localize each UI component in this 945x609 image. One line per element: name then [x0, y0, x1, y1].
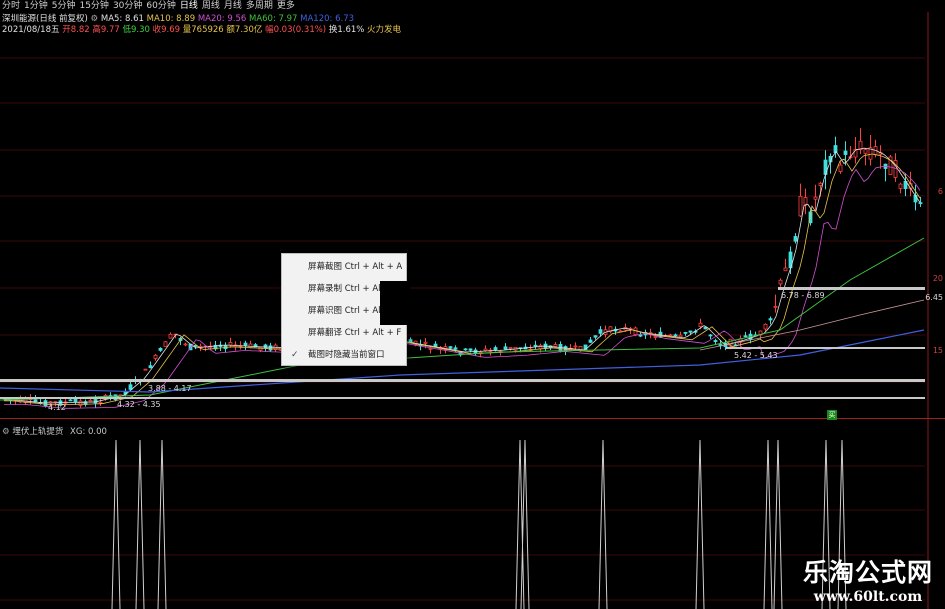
- candle-body: [93, 399, 98, 404]
- menu-item-screenshot[interactable]: 屏幕截图 Ctrl + Alt + A: [282, 256, 408, 278]
- ma120-line: [0, 329, 925, 393]
- candle-body: [78, 400, 83, 406]
- candle-body: [763, 323, 768, 330]
- zone-band-low1: [0, 379, 925, 382]
- signal-spike: [763, 439, 773, 609]
- candle-body: [248, 343, 253, 348]
- candle-body: [243, 342, 248, 346]
- candle-body: [158, 347, 163, 351]
- candle-body: [688, 330, 693, 333]
- candle-body: [833, 145, 838, 153]
- candle-body: [433, 343, 438, 347]
- candle-body: [163, 341, 168, 347]
- candle-body: [168, 333, 173, 339]
- axis-label-4: 15: [932, 346, 943, 355]
- candle-body: [68, 399, 73, 402]
- candle-body: [698, 322, 703, 327]
- candle-body: [838, 164, 843, 172]
- axis-label-2: 20: [932, 274, 943, 283]
- candle-body: [448, 346, 453, 349]
- zone-label-upper: 6.78 - 6.89: [781, 291, 825, 300]
- signal-spike: [773, 439, 783, 609]
- candle-body: [783, 267, 788, 272]
- candle-body: [463, 348, 468, 351]
- candle-body: [793, 236, 798, 242]
- candle-body: [453, 347, 458, 350]
- candle-body: [533, 344, 538, 347]
- menu-item-hide-window[interactable]: 截图时隐藏当前窗口: [282, 344, 408, 366]
- candle-body: [143, 368, 148, 371]
- signal-spike: [135, 439, 145, 609]
- signal-spike: [695, 439, 705, 609]
- candle-body: [708, 334, 713, 337]
- candle-body: [818, 182, 823, 186]
- candle-body: [468, 348, 473, 351]
- candle-body: [713, 340, 718, 343]
- candle-body: [43, 400, 48, 407]
- candle-body: [183, 343, 188, 346]
- candle-body: [148, 365, 153, 369]
- menu-item-translate[interactable]: 屏幕翻译 Ctrl + Alt + F: [282, 322, 408, 344]
- candle-body: [803, 197, 808, 205]
- candle-body: [588, 339, 593, 343]
- candle-body: [743, 335, 748, 338]
- candle-body: [268, 345, 273, 351]
- watermark-title: 乐淘公式网: [802, 558, 933, 587]
- buy-signal-badge: 买: [827, 410, 837, 420]
- watermark-url: www.60lt.com: [813, 589, 923, 605]
- zone-band-upper: [778, 287, 925, 290]
- candle-body: [773, 305, 778, 308]
- candle-body: [228, 342, 233, 346]
- candle-body: [678, 334, 683, 338]
- signal-spike: [598, 439, 608, 609]
- candle-body: [598, 329, 603, 334]
- candle-body: [553, 344, 558, 347]
- signal-spike: [157, 439, 167, 609]
- candle-body: [843, 150, 848, 155]
- signal-spike: [111, 439, 121, 609]
- zone-label-min: 4.12: [48, 403, 66, 412]
- divider-main-bottom: [0, 418, 945, 419]
- candle-body: [508, 347, 513, 349]
- candle-body: [638, 334, 643, 337]
- indicator-name: 埋伏上轨提货: [12, 427, 64, 437]
- menu-occluder: [380, 281, 410, 325]
- ma5-line: [3, 147, 921, 404]
- candle-body: [483, 348, 488, 351]
- ma10-line: [4, 153, 921, 406]
- axis-label-1: 6: [937, 187, 943, 196]
- candle-body: [493, 347, 498, 351]
- kline-chart[interactable]: [0, 0, 945, 609]
- candle-body: [428, 347, 433, 350]
- subchart-title: ⚙ 埋伏上轨提货 XG: 0.00: [2, 425, 107, 437]
- candle-body: [863, 149, 868, 154]
- candle-body: [73, 398, 78, 403]
- zone-label-low: 3.88 - 4.17: [148, 384, 192, 393]
- candle-body: [573, 345, 578, 348]
- candle-body: [918, 202, 923, 205]
- candle-body: [153, 354, 158, 359]
- candle-body: [898, 183, 903, 189]
- candle-body: [778, 279, 783, 285]
- candle-body: [423, 341, 428, 344]
- zone-band-low2: [0, 397, 925, 399]
- candle-body: [128, 384, 133, 390]
- candle-body: [88, 399, 93, 402]
- zone-label-bottom: 4.32 - 4.35: [117, 400, 161, 409]
- candle-body: [503, 346, 508, 350]
- candle-body: [673, 334, 678, 337]
- candle-body: [798, 195, 803, 217]
- candle-body: [813, 196, 818, 200]
- candle-body: [593, 335, 598, 338]
- zone-label-mid: 5.42 - 5.43: [734, 351, 778, 360]
- candle-body: [683, 331, 688, 334]
- indicator-value: XG: 0.00: [70, 427, 107, 437]
- zone-band-mid: [726, 347, 925, 349]
- settings-icon[interactable]: ⚙: [2, 427, 10, 437]
- candle-body: [768, 318, 773, 321]
- site-watermark: 乐淘公式网 www.60lt.com: [803, 553, 933, 605]
- axis-label-3: 6.45: [925, 293, 943, 302]
